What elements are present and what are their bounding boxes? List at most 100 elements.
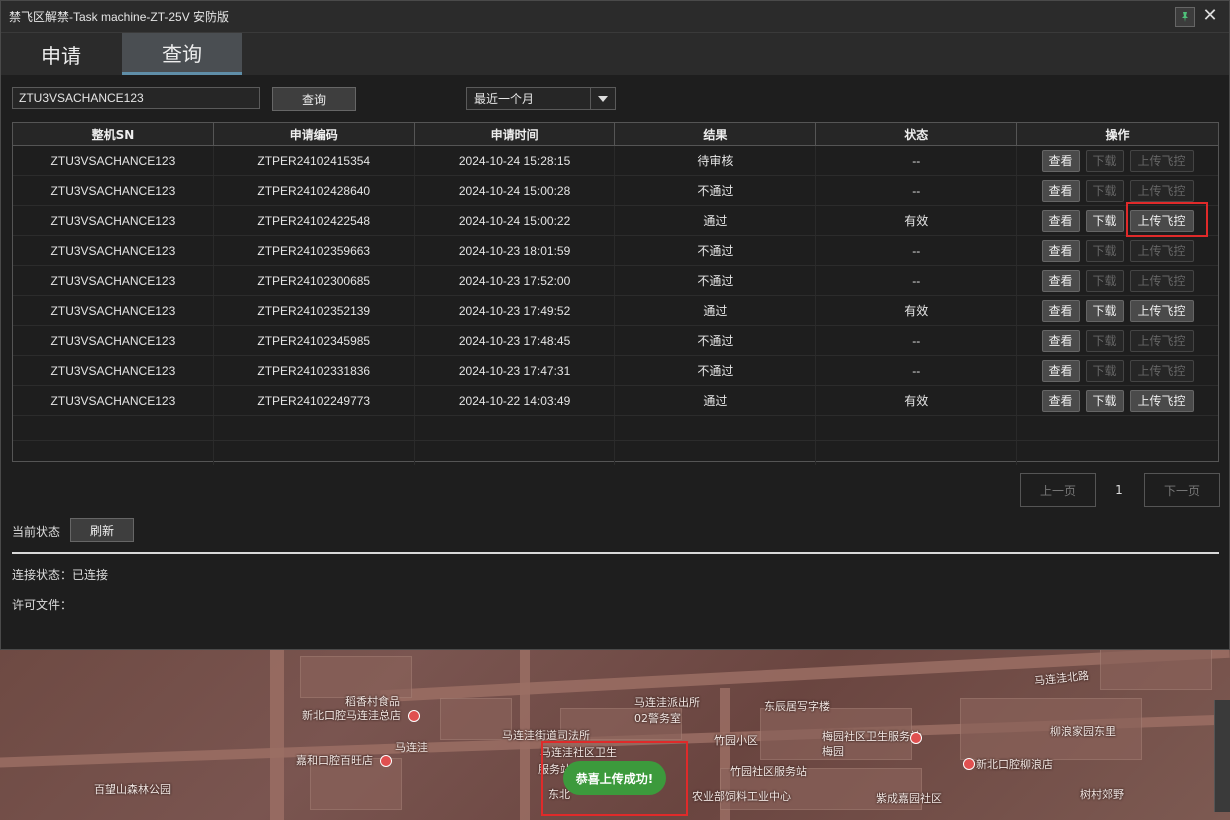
download-button[interactable]: 下载: [1085, 209, 1124, 232]
refresh-button[interactable]: 刷新: [70, 518, 134, 542]
map-label: 02警务室: [634, 712, 681, 725]
cell-sn: ZTU3VSACHANCE123: [13, 206, 214, 235]
cell-sn: ZTU3VSACHANCE123: [13, 326, 214, 355]
sn-search-input[interactable]: ZTU3VSACHANCE123: [12, 87, 260, 109]
view-button[interactable]: 查看: [1041, 299, 1080, 322]
column-header: 状态: [816, 123, 1018, 145]
map-marker[interactable]: [963, 758, 975, 770]
cell-result: 通过: [615, 296, 817, 325]
cell-code: ZTPER24102345985: [214, 326, 415, 355]
map-label: 梅园: [822, 745, 844, 758]
title-bar[interactable]: 禁飞区解禁-Task machine-ZT-25V 安防版 ✕: [1, 1, 1229, 33]
map-label: 树村郊野: [1080, 788, 1124, 801]
cell-result: 通过: [615, 386, 817, 415]
column-header: 申请编码: [214, 123, 415, 145]
upload-flight-control-button[interactable]: 上传飞控: [1129, 299, 1194, 322]
query-panel: ZTU3VSACHANCE123 查询 最近一个月 整机SN 申请编码 申请时间…: [1, 75, 1229, 649]
cell-code: ZTPER24102300685: [214, 266, 415, 295]
cell-sn: ZTU3VSACHANCE123: [13, 386, 214, 415]
cell-time: 2024-10-23 17:49:52: [415, 296, 616, 325]
cell-sn: ZTU3VSACHANCE123: [13, 176, 214, 205]
tab-query[interactable]: 查询: [122, 33, 242, 75]
empty-row: [13, 441, 1218, 465]
map-marker[interactable]: [408, 710, 420, 722]
map-label: 稻香村食品: [345, 695, 400, 708]
map-marker[interactable]: [910, 732, 922, 744]
cell-actions: 查看 下载 上传飞控: [1017, 176, 1218, 205]
cell-result: 不通过: [615, 236, 817, 265]
cell-status: --: [816, 326, 1018, 355]
column-header: 申请时间: [415, 123, 616, 145]
download-button[interactable]: 下载: [1085, 389, 1124, 412]
query-button[interactable]: 查询: [272, 87, 356, 111]
cell-result: 不通过: [615, 266, 817, 295]
window-title: 禁飞区解禁-Task machine-ZT-25V 安防版: [9, 10, 230, 24]
next-page-button[interactable]: 下一页: [1144, 473, 1220, 507]
map-label: 梅园社区卫生服务站: [822, 730, 921, 743]
upload-flight-control-button: 上传飞控: [1129, 239, 1194, 262]
pin-icon[interactable]: [1175, 7, 1195, 27]
view-button[interactable]: 查看: [1041, 359, 1080, 382]
cell-status: --: [816, 266, 1018, 295]
view-button[interactable]: 查看: [1041, 239, 1080, 262]
cell-actions: 查看 下载 上传飞控: [1017, 146, 1218, 175]
divider: [12, 552, 1219, 554]
time-range-select[interactable]: 最近一个月: [466, 87, 616, 110]
cell-result: 不通过: [615, 326, 817, 355]
close-icon[interactable]: ✕: [1199, 5, 1221, 27]
download-button[interactable]: 下载: [1085, 299, 1124, 322]
upload-flight-control-button[interactable]: 上传飞控: [1129, 389, 1194, 412]
prev-page-button[interactable]: 上一页: [1020, 473, 1096, 507]
cell-time: 2024-10-24 15:00:28: [415, 176, 616, 205]
view-button[interactable]: 查看: [1041, 269, 1080, 292]
table-row: ZTU3VSACHANCE123 ZTPER24102415354 2024-10-…: [13, 146, 1218, 176]
table-body: ZTU3VSACHANCE123 ZTPER24102415354 2024-10-…: [13, 146, 1218, 416]
table-row: ZTU3VSACHANCE123 ZTPER24102428640 2024-10-…: [13, 176, 1218, 206]
cell-code: ZTPER24102359663: [214, 236, 415, 265]
upload-flight-control-button: 上传飞控: [1129, 149, 1194, 172]
cell-result: 待审核: [615, 146, 817, 175]
upload-flight-control-button: 上传飞控: [1129, 179, 1194, 202]
upload-success-toast: 恭喜上传成功!: [563, 761, 666, 795]
map-label: 马连洼: [395, 741, 428, 754]
download-button: 下载: [1085, 179, 1124, 202]
cell-status: --: [816, 176, 1018, 205]
view-button[interactable]: 查看: [1041, 179, 1080, 202]
time-range-value: 最近一个月: [474, 92, 535, 106]
cell-actions: 查看 下载 上传飞控: [1017, 296, 1218, 325]
cell-actions: 查看 下载 上传飞控: [1017, 356, 1218, 385]
view-button[interactable]: 查看: [1041, 149, 1080, 172]
cell-time: 2024-10-23 17:48:45: [415, 326, 616, 355]
table-row: ZTU3VSACHANCE123 ZTPER24102331836 2024-10-…: [13, 356, 1218, 386]
empty-row: [13, 416, 1218, 441]
cell-time: 2024-10-22 14:03:49: [415, 386, 616, 415]
cell-code: ZTPER24102415354: [214, 146, 415, 175]
tab-apply[interactable]: 申请: [1, 33, 121, 75]
cell-time: 2024-10-23 17:47:31: [415, 356, 616, 385]
chevron-down-icon[interactable]: [590, 88, 615, 109]
map-marker[interactable]: [380, 755, 392, 767]
view-button[interactable]: 查看: [1041, 329, 1080, 352]
column-header: 结果: [615, 123, 817, 145]
map-label: 东辰居写字楼: [764, 700, 830, 713]
view-button[interactable]: 查看: [1041, 209, 1080, 232]
table-header: 整机SN 申请编码 申请时间 结果 状态 操作: [13, 123, 1218, 146]
cell-actions: 查看 下载 上传飞控: [1017, 266, 1218, 295]
column-header: 操作: [1105, 127, 1130, 142]
cell-actions: 查看 下载 上传飞控: [1017, 386, 1218, 415]
cell-status: 有效: [816, 386, 1018, 415]
upload-flight-control-button: 上传飞控: [1129, 359, 1194, 382]
map-label: 马连洼北路: [1033, 669, 1090, 688]
app-window: 禁飞区解禁-Task machine-ZT-25V 安防版 ✕ 申请 查询 ZT…: [0, 0, 1230, 650]
cell-time: 2024-10-24 15:00:22: [415, 206, 616, 235]
cell-time: 2024-10-23 17:52:00: [415, 266, 616, 295]
cell-actions: 查看 下载 上传飞控: [1017, 236, 1218, 265]
map-label: 新北口腔柳浪店: [976, 758, 1053, 771]
license-file-label: 许可文件：: [12, 598, 73, 612]
cell-sn: ZTU3VSACHANCE123: [13, 266, 214, 295]
view-button[interactable]: 查看: [1041, 389, 1080, 412]
cell-code: ZTPER24102422548: [214, 206, 415, 235]
table-row: ZTU3VSACHANCE123 ZTPER24102345985 2024-10-…: [13, 326, 1218, 356]
map-control-panel[interactable]: [1214, 700, 1230, 812]
cell-status: --: [816, 356, 1018, 385]
